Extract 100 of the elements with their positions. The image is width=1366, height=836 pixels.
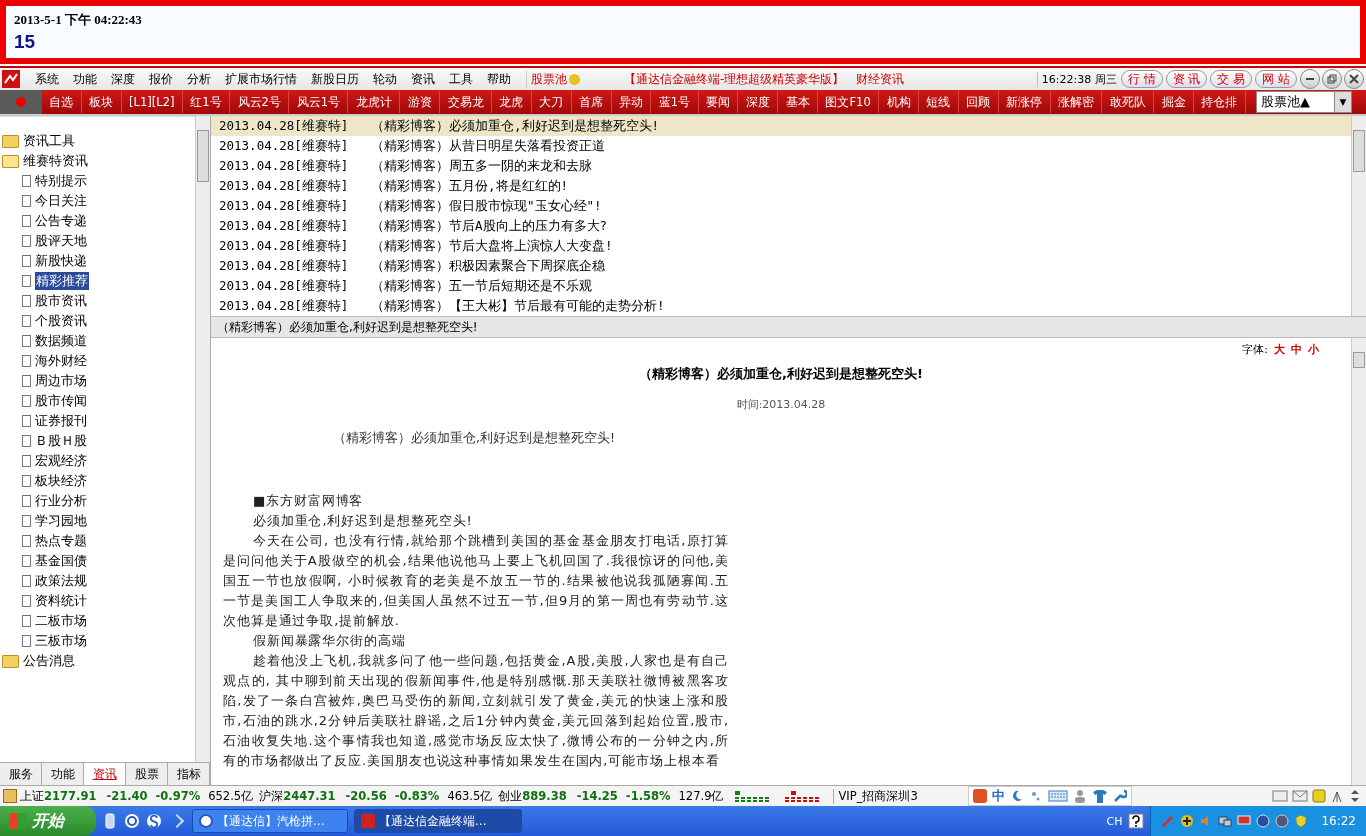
menu-item[interactable]: 帮助 [480, 70, 518, 88]
menu-item[interactable]: 轮动 [366, 70, 404, 88]
toolbar-button[interactable]: 回顾 [958, 91, 999, 113]
toolbar-button[interactable]: 龙虎 [492, 91, 532, 113]
news-row[interactable]: 2013.04.28[维赛特] （精彩博客）积极因素聚合下周探底企稳 [211, 256, 1351, 276]
toolbar-button[interactable]: 持仓排 [1194, 91, 1246, 113]
nav-button[interactable]: 交 易 [1210, 70, 1253, 88]
toolbar-button[interactable]: 涨解密 [1050, 91, 1103, 113]
nav-button[interactable]: 行 情 [1120, 70, 1163, 88]
tree-item[interactable]: 学习园地 [35, 512, 87, 530]
tree-item[interactable]: 股市资讯 [35, 292, 87, 310]
news-row[interactable]: 2013.04.28[维赛特] （精彩博客）节后A股向上的压力有多大? [211, 216, 1351, 236]
news-row[interactable]: 2013.04.28[维赛特] （精彩博客）五一节后短期还是不乐观 [211, 276, 1351, 296]
tree-item[interactable]: Ｂ股Ｈ股 [35, 432, 87, 450]
news-row[interactable]: 2013.04.28[维赛特] （精彩博客）【王大彬】节后最有可能的走势分析! [211, 296, 1351, 316]
wrench-icon[interactable] [1113, 789, 1128, 803]
tree-item[interactable]: 板块经济 [35, 472, 87, 490]
tree-item[interactable]: 股市传闻 [35, 392, 87, 410]
font-size-link[interactable]: 中 [1291, 342, 1302, 357]
nav-button[interactable]: 资 讯 [1165, 70, 1208, 88]
ime-mode-button[interactable]: 中 [992, 787, 1006, 805]
nav-button[interactable]: 网 站 [1255, 70, 1297, 88]
toolbar-button[interactable]: 大刀 [531, 91, 572, 113]
toolbar-button[interactable]: 首席 [571, 91, 612, 113]
tree-item[interactable]: 精彩推荐 [35, 272, 89, 290]
tree-item[interactable]: 宏观经济 [35, 452, 87, 470]
taskbar-task[interactable]: 【通达信金融终端... [354, 809, 522, 833]
tree-item[interactable]: 股评天地 [35, 232, 87, 250]
toolbar-button[interactable]: 深度 [738, 91, 779, 113]
user-icon[interactable] [1073, 789, 1088, 803]
toolbar-button[interactable]: 自选 [42, 91, 82, 113]
font-size-link[interactable]: 小 [1308, 342, 1319, 357]
lock-icon[interactable] [1312, 789, 1326, 803]
font-size-link[interactable]: 大 [1274, 342, 1285, 357]
toolbar-button[interactable]: 要闻 [698, 91, 739, 113]
tree-folder[interactable]: 维赛特资讯 [0, 151, 195, 171]
close-button[interactable] [1344, 69, 1364, 89]
stock-pool-dropdown[interactable]: 股票池▲ ▼ [1255, 91, 1352, 113]
menu-item[interactable]: 功能 [66, 70, 104, 88]
menu-item[interactable]: 分析 [180, 70, 218, 88]
tree-item[interactable]: 个股资讯 [35, 312, 87, 330]
toolbar-button[interactable]: 基本 [778, 91, 819, 113]
keyboard-icon[interactable] [1048, 789, 1069, 803]
toolbar-button[interactable]: 龙虎计 [348, 91, 401, 113]
mail-icon[interactable] [1292, 790, 1308, 802]
menu-item[interactable]: 工具 [442, 70, 480, 88]
globe-icon[interactable] [1256, 814, 1271, 828]
news-row[interactable]: 2013.04.28[维赛特] （精彩博客）必须加重仓,利好迟到是想整死空头! [211, 116, 1351, 136]
menu-item[interactable]: 资讯 [404, 70, 442, 88]
tree-item[interactable]: 资料统计 [35, 592, 87, 610]
globe-icon[interactable] [1275, 814, 1290, 828]
shirt-icon[interactable] [1092, 789, 1109, 803]
news-row[interactable]: 2013.04.28[维赛特] （精彩博客）节后大盘将上演惊人大变盘! [211, 236, 1351, 256]
toolbar-button[interactable]: 敢死队 [1102, 91, 1155, 113]
toolbar-button[interactable]: 新涨停 [998, 91, 1051, 113]
antenna-icon[interactable] [1330, 789, 1344, 803]
toolbar-button[interactable]: [L1][L2] [121, 91, 183, 113]
tree-folder[interactable]: 公告消息 [0, 651, 195, 671]
ime-logo-icon[interactable] [973, 789, 988, 803]
tree-item[interactable]: 特别提示 [35, 172, 87, 190]
toolbar-button[interactable]: 异动 [611, 91, 652, 113]
quicklaunch-icon[interactable] [102, 813, 118, 829]
news-row[interactable]: 2013.04.28[维赛特] （精彩博客）周五多一阴的来龙和去脉 [211, 156, 1351, 176]
minimize-button[interactable] [1300, 69, 1320, 89]
tree-folder[interactable]: 资讯工具 [0, 131, 195, 151]
tree-item[interactable]: 三板市场 [35, 632, 87, 650]
scrollbar[interactable] [195, 116, 210, 762]
news-row[interactable]: 2013.04.28[维赛特] （精彩博客）假日股市惊现"玉女心经"! [211, 196, 1351, 216]
tree-item[interactable]: 热点专题 [35, 532, 87, 550]
browser-icon[interactable] [124, 813, 140, 829]
toolbar-button[interactable]: 短线 [919, 91, 959, 113]
sidebar-tab[interactable]: 资讯 [84, 763, 126, 785]
shield-icon[interactable] [1294, 814, 1309, 828]
menu-item[interactable]: 新股日历 [304, 70, 366, 88]
monitor-icon[interactable] [1237, 814, 1252, 828]
menu-item[interactable]: 扩展市场行情 [218, 70, 304, 88]
browser-icon[interactable] [146, 813, 162, 829]
toolbar-button[interactable]: 交易龙 [440, 91, 492, 113]
stock-pool-menu[interactable]: 股票池 [526, 70, 567, 88]
tree-item[interactable]: 公告专递 [35, 212, 87, 230]
menu-item[interactable]: 深度 [104, 70, 142, 88]
toolbar-button[interactable]: 蓝1号 [651, 91, 699, 113]
tree-item[interactable]: 行业分析 [35, 492, 87, 510]
start-button[interactable]: 开始 [0, 806, 96, 836]
news-row[interactable]: 2013.04.28[维赛特] （精彩博客）五月份,将是红红的! [211, 176, 1351, 196]
toolbar-button[interactable]: 红1号 [182, 91, 231, 113]
toolbar-button[interactable]: 机构 [879, 91, 919, 113]
toolbar-button[interactable]: 掘金 [1154, 91, 1195, 113]
toolbar-button[interactable]: 风云1号 [289, 91, 349, 113]
help-icon[interactable] [1128, 813, 1145, 829]
network-icon[interactable] [1218, 814, 1233, 828]
tree-item[interactable]: 周边市场 [35, 372, 87, 390]
tree-item[interactable]: 政策法规 [35, 572, 87, 590]
tree-item[interactable]: 基金国债 [35, 552, 87, 570]
tree-item[interactable]: 证券报刊 [35, 412, 87, 430]
restore-button[interactable] [1322, 69, 1342, 89]
news-row[interactable]: 2013.04.28[维赛特] （精彩博客）从昔日明星失落看投资正道 [211, 136, 1351, 156]
tree-item[interactable]: 新股快递 [35, 252, 87, 270]
tree-item[interactable]: 二板市场 [35, 612, 87, 630]
toolbar-button[interactable]: 风云2号 [230, 91, 290, 113]
